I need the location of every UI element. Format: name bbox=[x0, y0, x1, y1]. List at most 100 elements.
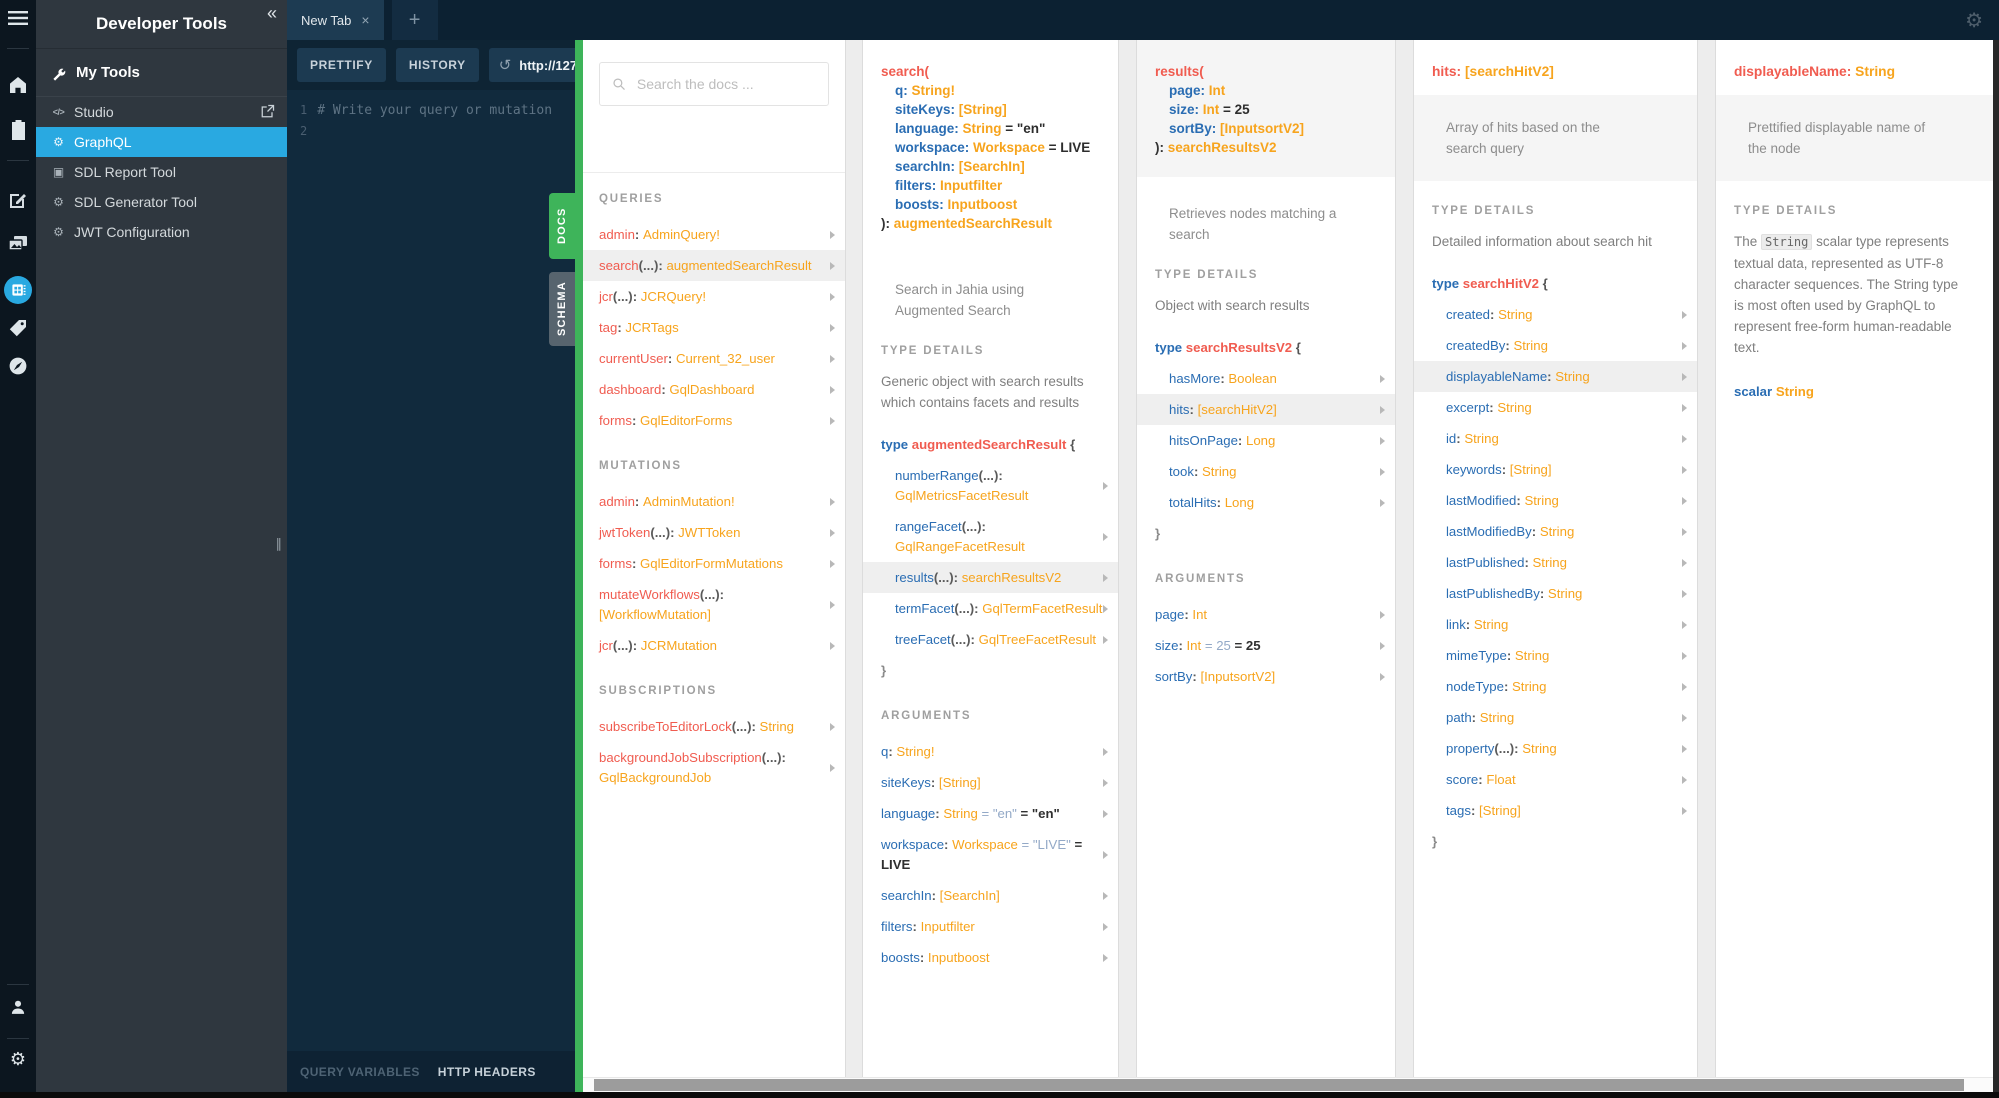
doc-row[interactable]: jwtToken(...): JWTToken bbox=[583, 517, 845, 548]
prettify-button[interactable]: PRETTIFY bbox=[297, 48, 386, 82]
doc-row[interactable]: property(...): String bbox=[1414, 733, 1697, 764]
doc-row[interactable]: mutateWorkflows(...): [WorkflowMutation] bbox=[583, 579, 845, 630]
tool-item-sdl-report[interactable]: ▣ SDL Report Tool bbox=[36, 157, 287, 187]
dev-tools-icon[interactable] bbox=[4, 276, 32, 304]
doc-row[interactable]: excerpt: String bbox=[1414, 392, 1697, 423]
doc-row[interactable]: treeFacet(...): GqlTreeFacetResult bbox=[863, 624, 1118, 655]
tab-new-tab[interactable]: New Tab × bbox=[287, 0, 384, 40]
doc-row[interactable]: lastPublished: String bbox=[1414, 547, 1697, 578]
doc-row[interactable]: totalHits: Long bbox=[1137, 487, 1395, 518]
compass-icon[interactable] bbox=[0, 356, 36, 376]
endpoint-url-field[interactable]: ↺ http://127.0.0. bbox=[488, 48, 575, 82]
doc-arg-row[interactable]: siteKeys: [String] bbox=[863, 767, 1118, 798]
doc-row[interactable]: id: String bbox=[1414, 423, 1697, 454]
chevron-right-icon bbox=[1682, 775, 1687, 784]
doc-row[interactable]: jcr(...): JCRMutation bbox=[583, 630, 845, 661]
doc-row[interactable]: numberRange(...): GqlMetricsFacetResult bbox=[863, 460, 1118, 511]
column-gutter bbox=[1118, 40, 1137, 1078]
query-variables-tab[interactable]: QUERY VARIABLES bbox=[300, 1065, 420, 1079]
divider bbox=[7, 984, 29, 985]
doc-row[interactable]: backgroundJobSubscription(...): GqlBackg… bbox=[583, 742, 845, 793]
user-icon[interactable] bbox=[0, 998, 36, 1016]
doc-row[interactable]: termFacet(...): GqlTermFacetResult bbox=[863, 593, 1118, 624]
settings-icon[interactable]: ⚙ bbox=[0, 1050, 36, 1068]
chevron-right-icon bbox=[1682, 682, 1687, 691]
settings-gear-icon[interactable]: ⚙ bbox=[1965, 8, 1983, 33]
type-description: Detailed information about search hit bbox=[1432, 234, 1652, 249]
tool-item-sdl-generator[interactable]: ⚙ SDL Generator Tool bbox=[36, 187, 287, 217]
menu-icon[interactable] bbox=[0, 10, 36, 26]
chevron-right-icon bbox=[1682, 806, 1687, 815]
doc-row[interactable]: nodeType: String bbox=[1414, 671, 1697, 702]
doc-row[interactable]: dashboard: GqlDashboard bbox=[583, 374, 845, 405]
doc-arg-row[interactable]: size: Int = 25 = 25 bbox=[1137, 630, 1395, 661]
tag-icon[interactable] bbox=[0, 318, 36, 338]
add-tab-button[interactable]: + bbox=[391, 0, 438, 40]
tools-panel: Developer Tools « My Tools </> Studio ⚙ … bbox=[36, 0, 287, 1098]
chevron-right-icon bbox=[1103, 532, 1108, 541]
doc-row[interactable]: tags: [String] bbox=[1414, 795, 1697, 826]
doc-row[interactable]: lastModified: String bbox=[1414, 485, 1697, 516]
doc-arg-row[interactable]: q: String! bbox=[863, 736, 1118, 767]
field-header: hits: [searchHitV2] bbox=[1432, 64, 1554, 79]
tool-item-jwt[interactable]: ⚙ JWT Configuration bbox=[36, 217, 287, 247]
doc-row[interactable]: took: String bbox=[1137, 456, 1395, 487]
doc-arg-row[interactable]: filters: Inputfilter bbox=[863, 911, 1118, 942]
section-type-details: TYPE DETAILS bbox=[881, 345, 985, 357]
resize-divider[interactable] bbox=[575, 40, 583, 1092]
doc-arg-row[interactable]: searchIn: [SearchIn] bbox=[863, 880, 1118, 911]
collapse-panel-icon[interactable]: « bbox=[267, 3, 277, 24]
gear-icon: ⚙ bbox=[53, 225, 64, 239]
type-declaration: type searchResultsV2 { bbox=[1155, 340, 1301, 355]
images-icon[interactable] bbox=[0, 235, 36, 253]
history-button[interactable]: HISTORY bbox=[395, 48, 479, 82]
chevron-right-icon bbox=[830, 261, 835, 270]
doc-row[interactable]: created: String bbox=[1414, 299, 1697, 330]
doc-row-selected[interactable]: search(...): augmentedSearchResult bbox=[583, 250, 845, 281]
docs-search-input[interactable] bbox=[634, 75, 816, 93]
section-queries: QUERIES bbox=[599, 193, 664, 205]
doc-row-selected[interactable]: results(...): searchResultsV2 bbox=[863, 562, 1118, 593]
doc-row[interactable]: mimeType: String bbox=[1414, 640, 1697, 671]
doc-row[interactable]: currentUser: Current_32_user bbox=[583, 343, 845, 374]
doc-row-selected[interactable]: displayableName: String bbox=[1414, 361, 1697, 392]
tool-item-graphql[interactable]: ⚙ GraphQL bbox=[36, 127, 287, 157]
doc-row[interactable]: link: String bbox=[1414, 609, 1697, 640]
doc-arg-row[interactable]: language: String = "en" = "en" bbox=[863, 798, 1118, 829]
clipboard-icon[interactable] bbox=[0, 120, 36, 140]
tool-item-studio[interactable]: </> Studio bbox=[36, 97, 287, 127]
doc-row[interactable]: rangeFacet(...): GqlRangeFacetResult bbox=[863, 511, 1118, 562]
doc-row[interactable]: admin: AdminMutation! bbox=[583, 486, 845, 517]
doc-row[interactable]: lastModifiedBy: String bbox=[1414, 516, 1697, 547]
doc-row[interactable]: hasMore: Boolean bbox=[1137, 363, 1395, 394]
doc-row[interactable]: tag: JCRTags bbox=[583, 312, 845, 343]
doc-row[interactable]: keywords: [String] bbox=[1414, 454, 1697, 485]
home-icon[interactable] bbox=[0, 76, 36, 94]
edit-note-icon[interactable] bbox=[0, 190, 36, 210]
doc-row-selected[interactable]: hits: [searchHitV2] bbox=[1137, 394, 1395, 425]
http-headers-tab[interactable]: HTTP HEADERS bbox=[438, 1065, 536, 1079]
doc-row[interactable]: score: Float bbox=[1414, 764, 1697, 795]
closing-brace: } bbox=[1432, 834, 1438, 849]
doc-row[interactable]: createdBy: String bbox=[1414, 330, 1697, 361]
query-editor[interactable]: 1 # Write your query or mutation 2 bbox=[287, 90, 575, 1051]
doc-row[interactable]: subscribeToEditorLock(...): String bbox=[583, 711, 845, 742]
doc-row[interactable]: forms: GqlEditorForms bbox=[583, 405, 845, 436]
docs-search-box[interactable] bbox=[599, 62, 829, 106]
doc-row[interactable]: forms: GqlEditorFormMutations bbox=[583, 548, 845, 579]
close-tab-icon[interactable]: × bbox=[361, 12, 369, 28]
doc-arg-row[interactable]: sortBy: [InputsortV2] bbox=[1137, 661, 1395, 692]
doc-row[interactable]: hitsOnPage: Long bbox=[1137, 425, 1395, 456]
scrollbar-thumb[interactable] bbox=[594, 1079, 1964, 1091]
doc-arg-row[interactable]: page: Int bbox=[1137, 599, 1395, 630]
panel-resize-handle[interactable]: ∥ bbox=[276, 536, 283, 552]
doc-row[interactable]: jcr(...): JCRQuery! bbox=[583, 281, 845, 312]
chevron-right-icon bbox=[1682, 496, 1687, 505]
doc-row[interactable]: path: String bbox=[1414, 702, 1697, 733]
doc-row[interactable]: admin: AdminQuery! bbox=[583, 219, 845, 250]
doc-arg-row[interactable]: boosts: Inputboost bbox=[863, 942, 1118, 973]
doc-row[interactable]: lastPublishedBy: String bbox=[1414, 578, 1697, 609]
docs-tab[interactable]: DOCS bbox=[549, 193, 575, 259]
doc-arg-row[interactable]: workspace: Workspace = "LIVE" = LIVE bbox=[863, 829, 1118, 880]
schema-tab[interactable]: SCHEMA bbox=[549, 272, 575, 346]
